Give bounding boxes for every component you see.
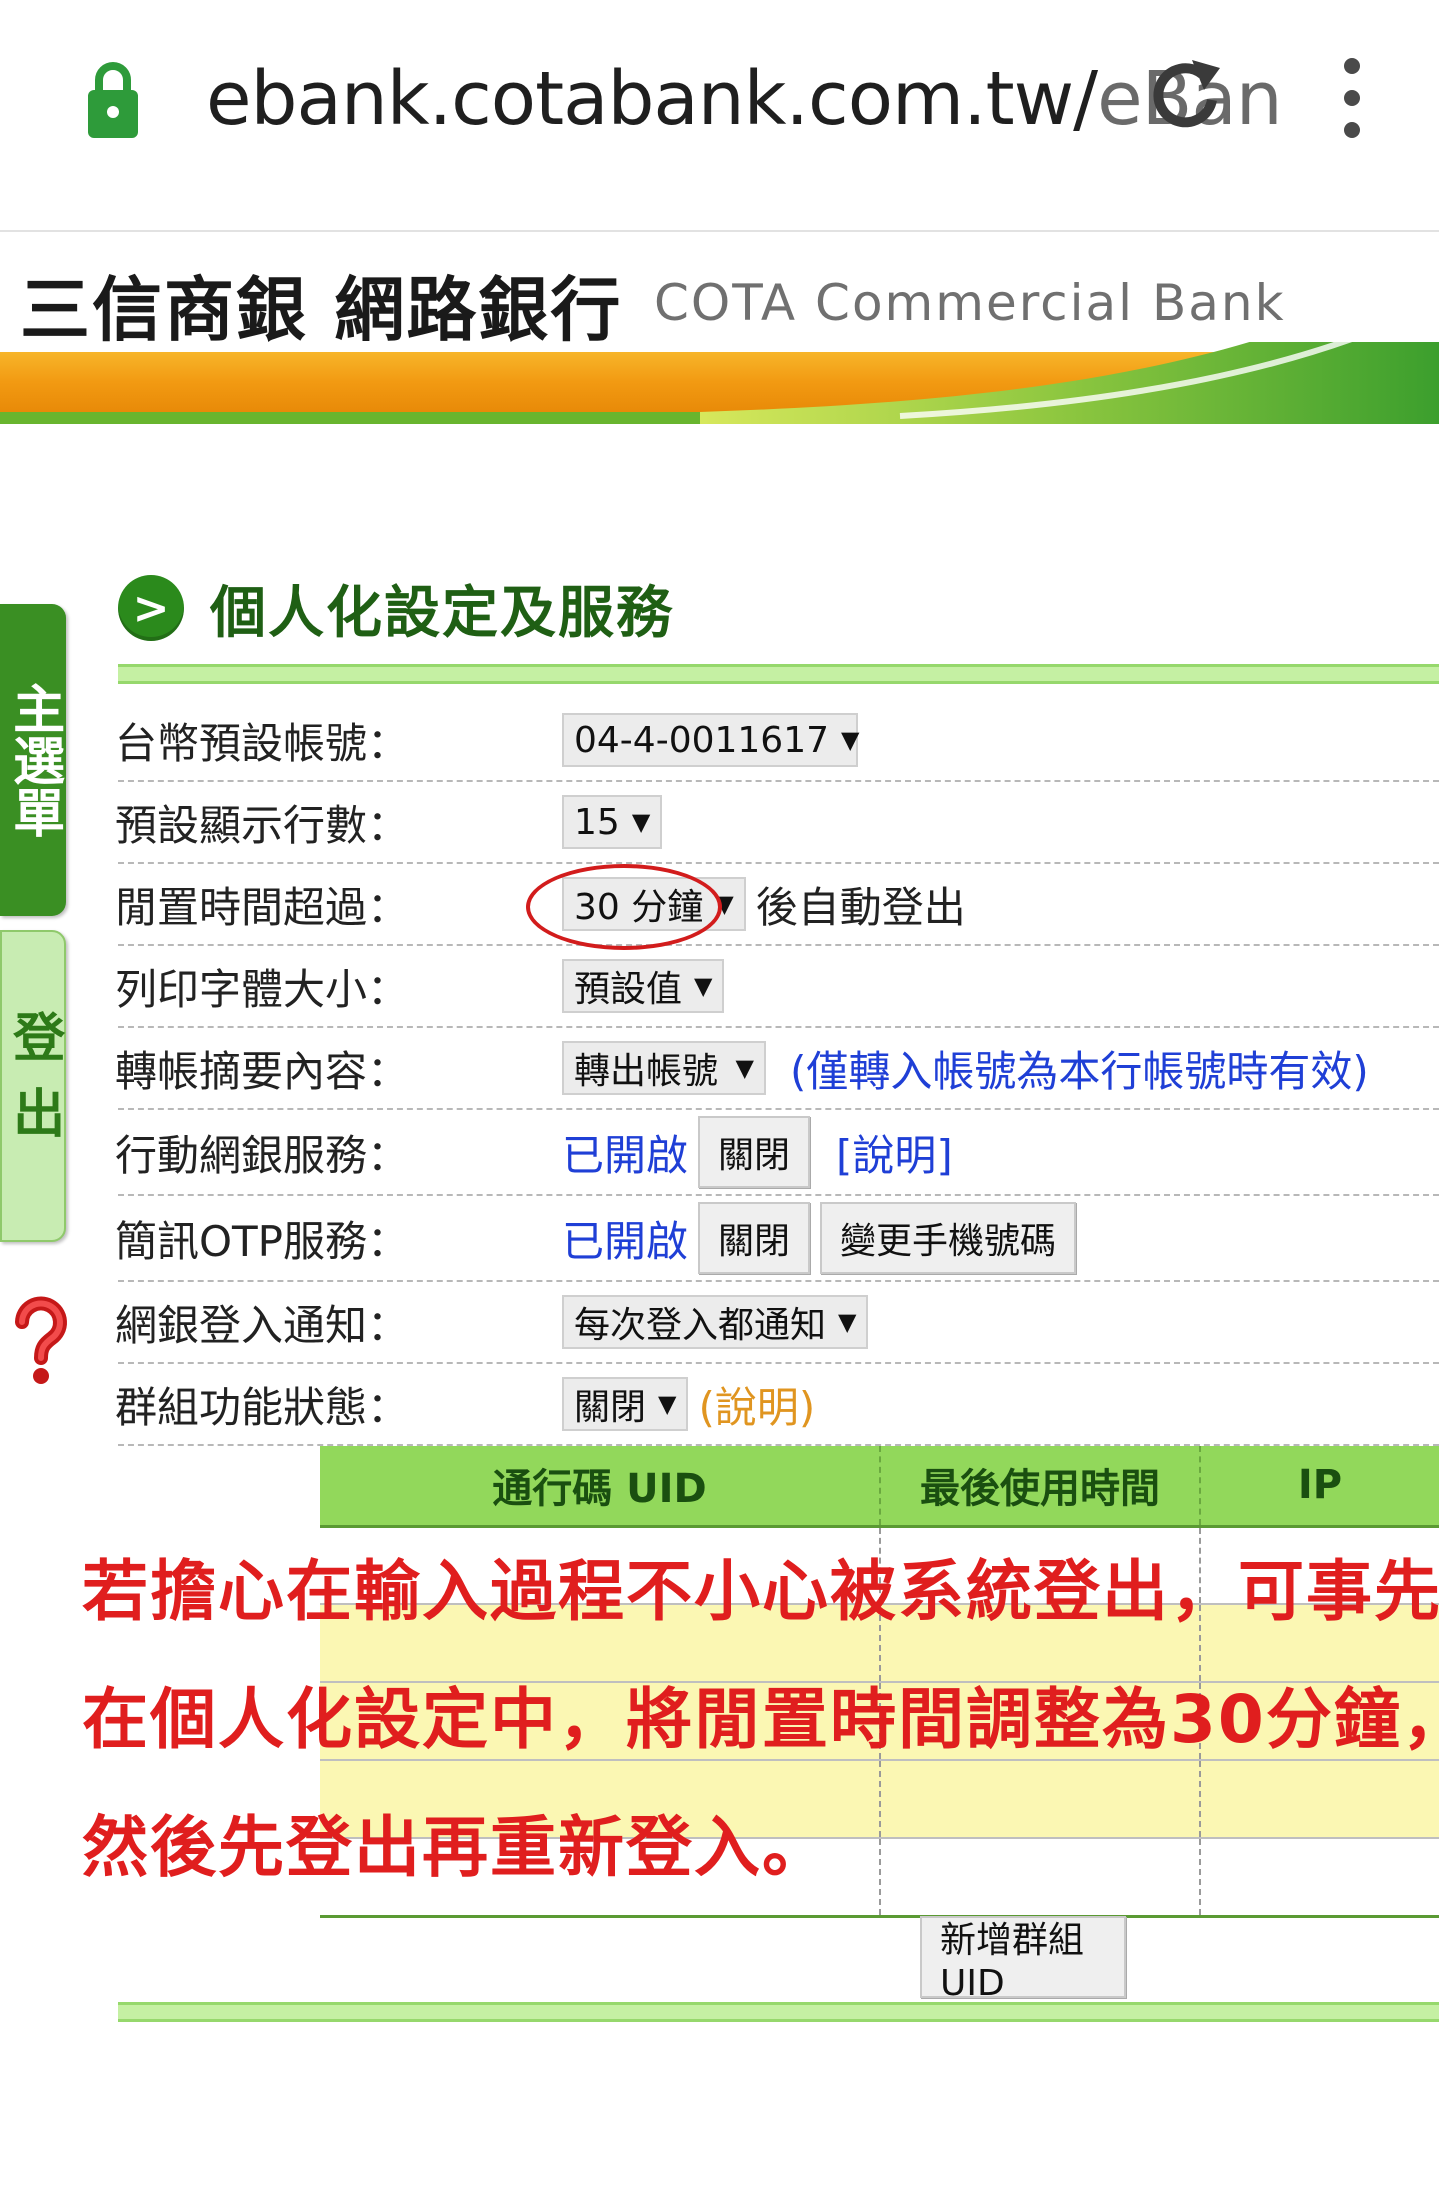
annotation-line-3: 然後先登出再重新登入。 <box>82 1809 830 1886</box>
setting-row-font-size: 列印字體大小： 預設值 ▼ <box>114 946 1439 1028</box>
dropdown-caret-icon: ▼ <box>838 1308 857 1336</box>
mobile-banking-help-link[interactable]: [說明] <box>836 1122 953 1183</box>
idle-timeout-label: 閒置時間超過： <box>114 882 409 932</box>
setting-row-login-notice: 網銀登入通知： 每次登入都通知 ▼ <box>114 1282 1439 1364</box>
default-account-value: 04-4-0011617 <box>574 719 830 761</box>
setting-row-mobile-banking: 行動網銀服務： 已開啟 關閉 [說明] <box>114 1110 1439 1196</box>
rows-per-page-value: 15 <box>574 801 620 843</box>
logout-label: 登出 <box>3 1010 64 1162</box>
mobile-banking-status: 已開啟 <box>562 1130 689 1180</box>
annotation-line-2: 在個人化設定中，將閒置時間調整為30分鐘， <box>82 1681 1439 1758</box>
login-notice-select[interactable]: 每次登入都通知 ▼ <box>562 1295 869 1349</box>
idle-timeout-suffix: 後自動登出 <box>755 882 966 932</box>
add-group-uid-button[interactable]: 新增群組UID <box>920 1916 1126 2004</box>
footer-divider <box>118 2002 1439 2022</box>
font-size-label: 列印字體大小： <box>114 964 409 1014</box>
url-main: ebank.cotabank.com.tw/ <box>206 56 1098 142</box>
login-notice-value: 每次登入都通知 <box>574 1305 827 1346</box>
uid-column-header: 通行碼 UID <box>320 1446 881 1528</box>
reload-icon[interactable] <box>1148 56 1224 138</box>
bank-header: 三信商銀 網路銀行 COTA Commercial Bank <box>0 232 1439 424</box>
dropdown-caret-icon: ▼ <box>841 726 860 754</box>
header-decoration <box>0 342 1439 424</box>
transfer-memo-label: 轉帳摘要內容： <box>114 1046 409 1096</box>
page-title: 個人化設定及服務 <box>210 580 674 646</box>
transfer-memo-note: (僅轉入帳號為本行帳號時有效) <box>790 1046 1369 1096</box>
group-status-value: 關閉 <box>574 1387 647 1428</box>
logout-tab[interactable]: 登出 <box>0 930 66 1242</box>
group-status-label: 群組功能狀態： <box>114 1382 409 1432</box>
help-question-icon[interactable] <box>8 1296 74 1386</box>
dropdown-caret-icon: ▼ <box>658 1390 677 1418</box>
sms-otp-status: 已開啟 <box>562 1216 689 1266</box>
default-account-label: 台幣預設帳號： <box>114 718 409 768</box>
dropdown-caret-icon: ▼ <box>694 972 713 1000</box>
sms-otp-close-button[interactable]: 關閉 <box>698 1202 811 1274</box>
highlight-circle <box>526 864 722 950</box>
section-divider <box>118 664 1439 684</box>
font-size-value: 預設值 <box>574 969 683 1010</box>
browser-address-bar[interactable]: ebank.cotabank.com.tw/eBan <box>0 0 1439 232</box>
bank-english-name: COTA Commercial Bank <box>654 274 1286 332</box>
setting-row-default-account: 台幣預設帳號： 04-4-0011617 ▼ <box>114 700 1439 782</box>
login-notice-label: 網銀登入通知： <box>114 1300 409 1350</box>
mobile-banking-close-button[interactable]: 關閉 <box>698 1116 811 1188</box>
lock-icon <box>88 62 138 138</box>
dropdown-caret-icon: ▼ <box>735 1054 754 1082</box>
main-menu-tab[interactable]: 主選單 <box>0 604 66 916</box>
rows-per-page-label: 預設顯示行數： <box>114 800 409 850</box>
mobile-banking-label: 行動網銀服務： <box>114 1130 409 1180</box>
change-phone-button[interactable]: 變更手機號碼 <box>820 1202 1077 1274</box>
group-status-help-link[interactable]: (說明) <box>698 1374 815 1435</box>
setting-row-group-status: 群組功能狀態： 關閉 ▼ (說明) <box>114 1364 1439 1446</box>
setting-row-transfer-memo: 轉帳摘要內容： 轉出帳號 ▼ (僅轉入帳號為本行帳號時有效) <box>114 1028 1439 1110</box>
setting-row-sms-otp: 簡訊OTP服務： 已開啟 關閉 變更手機號碼 <box>114 1196 1439 1282</box>
rows-per-page-select[interactable]: 15 ▼ <box>562 795 663 849</box>
annotation-note: 若擔心在輸入過程不小心被系統登出，可事先 在個人化設定中，將閒置時間調整為30分… <box>82 1528 1439 1912</box>
section-heading: > 個人化設定及服務 <box>118 568 674 648</box>
ip-column-header: IP <box>1200 1446 1439 1528</box>
transfer-memo-select[interactable]: 轉出帳號 ▼ <box>562 1041 766 1095</box>
group-status-select[interactable]: 關閉 ▼ <box>562 1377 689 1431</box>
last-used-column-header: 最後使用時間 <box>880 1446 1201 1528</box>
url-text[interactable]: ebank.cotabank.com.tw/eBan <box>206 56 1283 142</box>
main-menu-label: 主選單 <box>3 682 64 838</box>
annotation-line-1: 若擔心在輸入過程不小心被系統登出，可事先 <box>82 1553 1439 1630</box>
dropdown-caret-icon: ▼ <box>631 808 651 836</box>
setting-row-rows-per-page: 預設顯示行數： 15 ▼ <box>114 782 1439 864</box>
sms-otp-label: 簡訊OTP服務： <box>114 1216 409 1266</box>
transfer-memo-value: 轉出帳號 <box>574 1051 719 1092</box>
setting-row-idle-timeout: 閒置時間超過： 30 分鐘 ▼ 後自動登出 <box>114 864 1439 946</box>
font-size-select[interactable]: 預設值 ▼ <box>562 959 725 1013</box>
default-account-select[interactable]: 04-4-0011617 ▼ <box>562 713 860 767</box>
more-menu-icon[interactable] <box>1330 56 1374 140</box>
bank-title: 三信商銀 網路銀行 <box>20 269 623 351</box>
chevron-right-icon: > <box>118 575 184 641</box>
settings-form: 台幣預設帳號： 04-4-0011617 ▼ 預設顯示行數： 15 ▼ 閒置時間超過… <box>114 700 1439 1446</box>
